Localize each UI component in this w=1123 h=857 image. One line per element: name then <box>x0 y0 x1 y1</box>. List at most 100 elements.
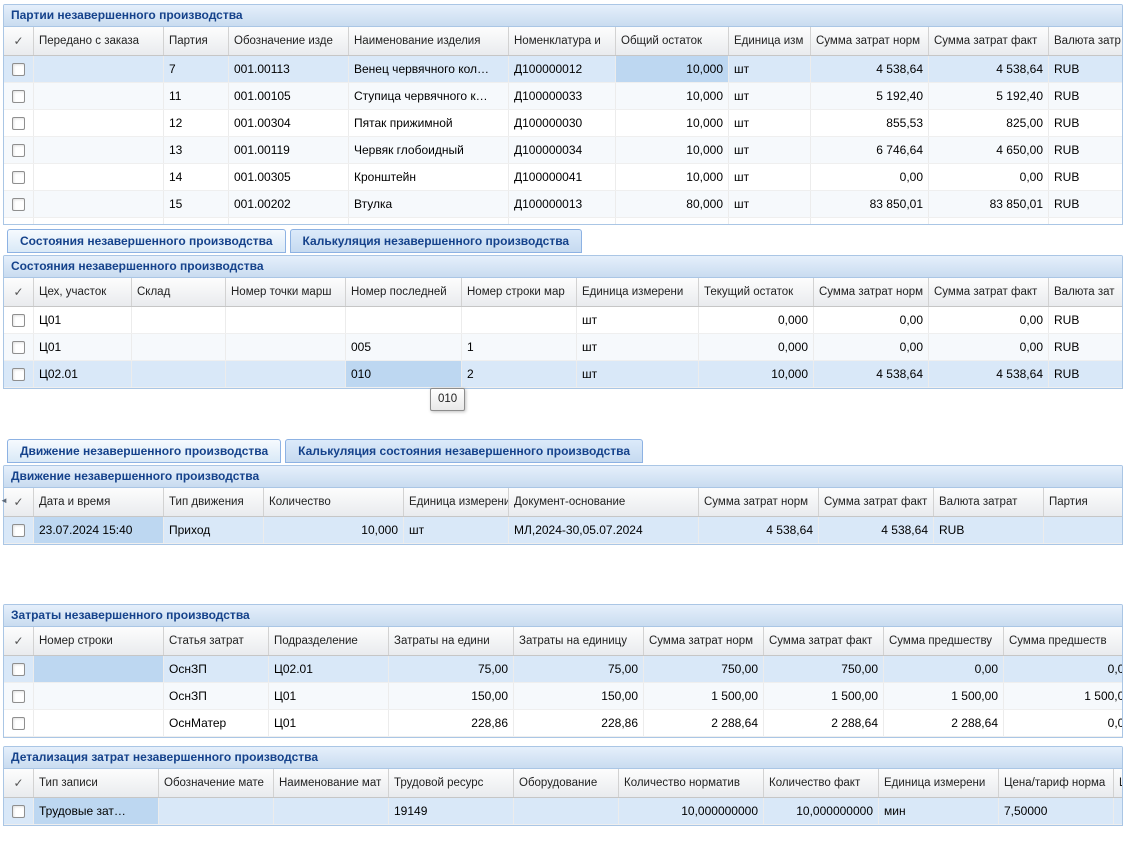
cell[interactable]: 10,000 <box>616 56 729 82</box>
cell[interactable]: Д100000018 <box>509 218 616 225</box>
cell[interactable]: 83 850,01 <box>811 191 929 217</box>
cell[interactable]: Крепление фланцевое <box>349 218 509 225</box>
cell[interactable]: 0,00 <box>811 164 929 190</box>
cell[interactable] <box>34 83 164 109</box>
cell[interactable]: 825,00 <box>929 110 1049 136</box>
cell[interactable] <box>34 710 164 736</box>
column-header[interactable]: Сумма затрат факт <box>929 278 1049 306</box>
cell[interactable]: 10,000000000 <box>619 798 764 824</box>
column-header[interactable]: Сумма затрат норм <box>814 278 929 306</box>
table-row[interactable]: Ц010051шт0,0000,000,00RUB <box>4 334 1123 361</box>
row-checkbox[interactable] <box>12 690 25 703</box>
column-header[interactable]: Трудовой ресурс <box>389 769 514 797</box>
cell[interactable]: 228,86 <box>389 710 514 736</box>
cell[interactable] <box>159 798 274 824</box>
cell[interactable]: 4 650,00 <box>929 137 1049 163</box>
cell[interactable] <box>34 164 164 190</box>
tab-wip-movement[interactable]: Движение незавершенного производства <box>7 439 281 463</box>
cell[interactable]: 0,000 <box>699 334 814 360</box>
column-header[interactable]: Оборудование <box>514 769 619 797</box>
cell[interactable]: RUB <box>1049 56 1123 82</box>
cell[interactable]: Ц01 <box>269 710 389 736</box>
cell[interactable]: 1 500,00 <box>764 683 884 709</box>
cell[interactable]: 4 538,64 <box>819 517 934 543</box>
column-header[interactable]: Сумма затрат факт <box>929 27 1049 55</box>
cell[interactable]: Кронштейн <box>349 164 509 190</box>
column-header[interactable]: Общий остаток <box>616 27 729 55</box>
column-header[interactable]: Сумма затрат норм <box>699 488 819 516</box>
cell[interactable]: шт <box>577 334 699 360</box>
cell[interactable]: 0,00 <box>929 307 1049 333</box>
cell[interactable]: RUB <box>1049 83 1123 109</box>
cell[interactable]: шт <box>729 110 811 136</box>
cell[interactable]: 75,00 <box>389 656 514 682</box>
cell[interactable]: 5 192,40 <box>811 83 929 109</box>
table-row[interactable]: 21001.00401Крепление фланцевоеД100000018… <box>4 218 1123 225</box>
cell[interactable] <box>226 334 346 360</box>
cell[interactable]: Д100000033 <box>509 83 616 109</box>
cell[interactable]: 10,000 <box>264 517 404 543</box>
cell[interactable] <box>34 656 164 682</box>
cell[interactable] <box>462 307 577 333</box>
cell[interactable] <box>1044 517 1123 543</box>
cell[interactable]: 4 538,64 <box>811 56 929 82</box>
cell[interactable]: 10,000 <box>699 361 814 387</box>
cell[interactable]: 001.00305 <box>229 164 349 190</box>
column-header[interactable]: Единица измерени <box>404 488 509 516</box>
cell[interactable]: Ц01 <box>34 307 132 333</box>
cell[interactable]: 001.00105 <box>229 83 349 109</box>
cell[interactable]: 1 500,00 <box>644 683 764 709</box>
table-row[interactable]: Ц01шт0,0000,000,00RUB <box>4 307 1123 334</box>
row-checkbox[interactable] <box>12 524 25 537</box>
column-header[interactable]: Количество <box>264 488 404 516</box>
cell[interactable]: 2 048,99 <box>929 218 1049 225</box>
cell[interactable]: 4 538,64 <box>699 517 819 543</box>
cell[interactable]: 2 288,64 <box>644 710 764 736</box>
cell[interactable]: 0,00 <box>1004 710 1123 736</box>
cell[interactable]: 001.00401 <box>229 218 349 225</box>
column-header[interactable]: Номер строки <box>34 627 164 655</box>
cell[interactable]: 0,00 <box>814 307 929 333</box>
cell[interactable]: RUB <box>1049 334 1123 360</box>
cell[interactable]: 19149 <box>389 798 514 824</box>
column-header[interactable]: Дата и время <box>34 488 164 516</box>
column-header[interactable]: Номер точки марш <box>226 278 346 306</box>
cell[interactable]: 0,00 <box>1004 656 1123 682</box>
row-checkbox[interactable] <box>12 63 25 76</box>
cell[interactable]: 150,00 <box>514 683 644 709</box>
row-checkbox[interactable] <box>12 144 25 157</box>
cell[interactable]: RUB <box>1049 307 1123 333</box>
cell[interactable]: 75,00 <box>514 656 644 682</box>
cell[interactable]: шт <box>577 361 699 387</box>
cell[interactable]: 15 <box>164 191 229 217</box>
column-header[interactable]: Валюта затр <box>1049 27 1123 55</box>
column-header[interactable]: Единица измерени <box>577 278 699 306</box>
cell[interactable]: 228,86 <box>514 710 644 736</box>
column-header[interactable]: Номенклатура и <box>509 27 616 55</box>
cell[interactable]: Ц02.01 <box>34 361 132 387</box>
row-checkbox[interactable] <box>12 117 25 130</box>
table-row[interactable]: 23.07.2024 15:40Приход10,000штМЛ,2024-30… <box>4 517 1123 544</box>
cell[interactable]: 0,00 <box>929 164 1049 190</box>
cell[interactable]: ОснЗП <box>164 683 269 709</box>
cell[interactable]: 750,00 <box>764 656 884 682</box>
cell[interactable]: шт <box>729 164 811 190</box>
cell[interactable]: 1 500,00 <box>884 683 1004 709</box>
column-header[interactable]: Склад <box>132 278 226 306</box>
table-row[interactable]: 11001.00105Ступица червячного к…Д1000000… <box>4 83 1123 110</box>
cell[interactable] <box>226 361 346 387</box>
cell[interactable]: Венец червячного кол… <box>349 56 509 82</box>
column-header[interactable]: Наименование изделия <box>349 27 509 55</box>
cell[interactable]: 5 192,40 <box>929 83 1049 109</box>
cell[interactable]: 12 <box>164 110 229 136</box>
cell[interactable]: 1 <box>462 334 577 360</box>
row-checkbox[interactable] <box>12 90 25 103</box>
tab-wip-calculation[interactable]: Калькуляция незавершенного производства <box>290 229 583 253</box>
cell[interactable]: ОснМатер <box>164 710 269 736</box>
cell[interactable]: Д100000041 <box>509 164 616 190</box>
cell[interactable] <box>226 307 346 333</box>
row-checkbox[interactable] <box>12 198 25 211</box>
cell[interactable]: 6 746,64 <box>811 137 929 163</box>
cell[interactable]: Приход <box>164 517 264 543</box>
tab-wip-states[interactable]: Состояния незавершенного производства <box>7 229 286 253</box>
